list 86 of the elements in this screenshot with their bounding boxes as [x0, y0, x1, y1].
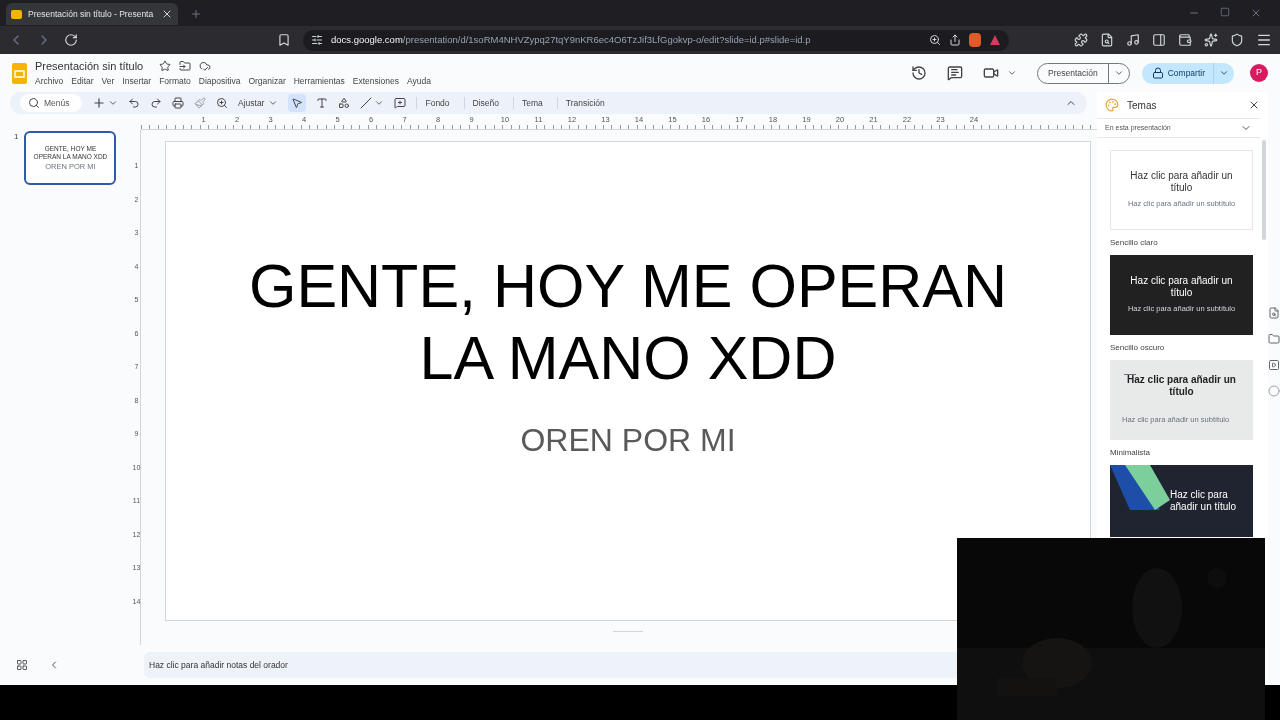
avatar[interactable]: P — [1250, 64, 1268, 82]
bookmark-icon[interactable] — [277, 33, 291, 47]
history-icon[interactable] — [911, 65, 928, 81]
slide-title[interactable]: GENTE, HOY ME OPERAN LA MANO XDD — [228, 250, 1028, 394]
slide-number: 1 — [14, 131, 19, 143]
menu-item[interactable]: Ver — [101, 75, 115, 89]
print-icon[interactable] — [172, 97, 184, 109]
slide-subtitle[interactable]: OREN POR MI — [520, 416, 736, 464]
share-icon[interactable] — [949, 34, 961, 46]
find-replace-icon[interactable] — [1268, 307, 1280, 319]
tab-title: Presentación sin título - Presenta — [28, 7, 155, 21]
menu-icon[interactable] — [1256, 32, 1272, 48]
address-bar[interactable]: docs.google.com/presentation/d/1soRM4NHVZypq27tqY9nKR6ec4O6TzJif3LfGgokvp-o/edit?slide=id.p#slide=id.p — [303, 29, 1009, 51]
menu-item[interactable]: Diapositiva — [198, 75, 241, 89]
caret-icon — [1219, 68, 1229, 78]
add-icon[interactable] — [92, 96, 106, 110]
video-call-icon[interactable] — [983, 65, 1000, 81]
extensions-icon[interactable] — [1074, 33, 1088, 47]
shield-icon[interactable] — [1230, 33, 1244, 47]
theme-title: Haz clic para añadir un título — [1129, 275, 1234, 300]
scrollbar[interactable] — [1262, 140, 1266, 240]
theme-name: Minimalista — [1110, 447, 1151, 459]
move-folder-icon[interactable] — [179, 60, 192, 73]
panel-title: Temas — [1127, 98, 1158, 113]
zoom-icon[interactable] — [216, 97, 228, 109]
sparkles-icon[interactable] — [1204, 33, 1218, 47]
star-icon[interactable] — [159, 60, 172, 73]
sidebar-icon[interactable] — [1152, 33, 1166, 47]
theme-title: Haz clic para añadir un título — [1126, 374, 1237, 399]
select-tool[interactable] — [288, 94, 307, 112]
comment-add-icon[interactable] — [394, 97, 407, 109]
caret-icon — [268, 98, 279, 108]
caret-icon[interactable] — [1007, 68, 1018, 78]
theme-name: Sencillo oscuro — [1110, 342, 1166, 354]
play-icon[interactable] — [1268, 359, 1280, 371]
toolbar-button[interactable]: Fondo — [416, 96, 454, 110]
theme-thumbnail[interactable]: Haz clic para añadir un título — [1110, 465, 1253, 537]
menu-item[interactable]: Herramientas — [293, 75, 345, 89]
caret-icon[interactable] — [108, 98, 118, 108]
redo-icon[interactable] — [150, 97, 162, 109]
document-title[interactable]: Presentación sin título — [35, 57, 144, 75]
theme-name: Sencillo claro — [1110, 237, 1159, 249]
speaker-notes-field[interactable]: Haz clic para añadir notas del orador — [144, 652, 957, 678]
theme-title: Haz clic para añadir un título — [1129, 170, 1234, 195]
zoom-dropdown[interactable]: Ajustar — [238, 96, 279, 110]
close-window-icon[interactable] — [1250, 7, 1262, 19]
browser-tab[interactable]: Presentación sin título - Presenta — [6, 3, 178, 25]
menu-item[interactable]: Formato — [159, 75, 191, 89]
site-settings-icon[interactable] — [311, 34, 323, 46]
close-icon[interactable] — [1248, 99, 1260, 111]
lock-icon — [1151, 67, 1164, 79]
cloud-icon[interactable] — [199, 60, 212, 73]
pointer-icon — [291, 97, 304, 109]
triangle-extension-icon[interactable] — [989, 34, 1001, 46]
folder-icon[interactable] — [1268, 333, 1280, 345]
shapes-icon[interactable] — [338, 97, 351, 109]
toolbar-button[interactable]: Tema — [513, 96, 547, 110]
menu-search-field[interactable]: Menús — [20, 94, 82, 112]
toolbar-button[interactable]: Transición — [556, 96, 609, 110]
slides-logo — [12, 62, 27, 84]
text-box-icon[interactable] — [316, 97, 329, 109]
caret-icon — [1113, 68, 1124, 78]
menu-item[interactable]: Archivo — [35, 75, 64, 89]
menu-item[interactable]: Editar — [71, 75, 94, 89]
search-icon — [28, 97, 40, 109]
close-icon[interactable] — [161, 8, 173, 20]
stripes-icon — [1110, 465, 1170, 510]
comments-icon[interactable] — [947, 65, 964, 81]
new-tab-icon[interactable] — [190, 8, 202, 20]
theme-title: Haz clic para añadir un título — [1169, 489, 1238, 513]
menu-item[interactable]: Ayuda — [407, 75, 431, 89]
menu-item[interactable]: Insertar — [122, 75, 152, 89]
palette-icon — [1105, 98, 1119, 112]
line-icon[interactable] — [360, 97, 373, 109]
reload-icon[interactable] — [64, 33, 78, 47]
slides-favicon — [11, 9, 22, 19]
url-text: docs.google.com/presentation/d/1soRM4NHVZypq27tqY9nKR6ec4O6TzJif3LfGgokvp-o/edit?slide=id.p#slide=id.p — [331, 32, 812, 47]
tab-search-icon[interactable] — [1100, 33, 1114, 47]
undo-icon[interactable] — [128, 97, 140, 109]
grid-view-icon[interactable] — [16, 659, 28, 671]
zoom-icon[interactable] — [929, 34, 941, 46]
menu-item[interactable]: Extensiones — [352, 75, 400, 89]
wallet-icon[interactable] — [1178, 33, 1192, 47]
menu-item[interactable]: Organizar — [248, 75, 286, 89]
toolbar-button[interactable]: Diseño — [463, 96, 504, 110]
music-icon[interactable] — [1126, 33, 1140, 47]
